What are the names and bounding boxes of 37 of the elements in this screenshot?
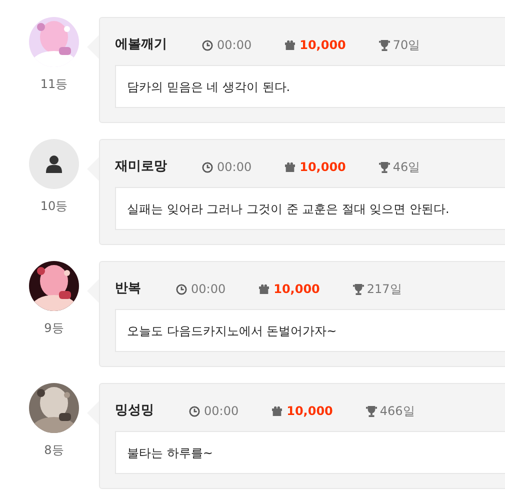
clock-icon bbox=[202, 162, 213, 172]
time-text: 00:00 bbox=[217, 37, 252, 54]
trophy-icon bbox=[352, 284, 364, 294]
amount-text: 10,000 bbox=[300, 159, 346, 176]
message-text: 오늘도 다음드카지노에서 돈벌어가자~ bbox=[127, 322, 337, 340]
days-text: 217일 bbox=[366, 281, 402, 298]
gift-icon bbox=[272, 406, 282, 416]
amount-text: 10,000 bbox=[300, 37, 346, 54]
rank-label: 8등 bbox=[44, 442, 64, 459]
clock-icon bbox=[202, 40, 213, 50]
rank-label: 11등 bbox=[40, 76, 68, 93]
days-text: 70일 bbox=[392, 37, 420, 54]
gift-icon bbox=[284, 40, 295, 50]
days-text: 46일 bbox=[392, 159, 420, 176]
time-text: 00:00 bbox=[204, 403, 239, 420]
user-name: 에볼깨기 bbox=[115, 36, 167, 54]
time-text: 00:00 bbox=[191, 281, 226, 298]
trophy-icon bbox=[378, 40, 390, 50]
amount-text: 10,000 bbox=[286, 403, 333, 420]
trophy-icon bbox=[378, 162, 390, 172]
trophy-icon bbox=[366, 406, 377, 416]
clock-icon bbox=[189, 406, 200, 416]
gift-icon bbox=[258, 284, 269, 294]
amount-text: 10,000 bbox=[274, 281, 320, 298]
person-icon bbox=[46, 155, 62, 173]
clock-icon bbox=[176, 284, 187, 294]
user-name: 재미로망 bbox=[115, 158, 167, 176]
gift-icon bbox=[284, 162, 295, 172]
time-text: 00:00 bbox=[217, 159, 252, 176]
rank-label: 9등 bbox=[44, 320, 64, 337]
message-text: 담카의 믿음은 네 생각이 된다. bbox=[127, 78, 290, 96]
user-name: 밍성밍 bbox=[115, 402, 154, 420]
rank-label: 10등 bbox=[40, 198, 68, 215]
message-text: 실패는 잊어라 그러나 그것이 준 교훈은 절대 잊으면 안된다. bbox=[127, 200, 450, 218]
days-text: 466일 bbox=[380, 403, 415, 420]
user-name: 반복 bbox=[115, 280, 141, 298]
message-text: 불타는 하루를~ bbox=[127, 444, 213, 462]
